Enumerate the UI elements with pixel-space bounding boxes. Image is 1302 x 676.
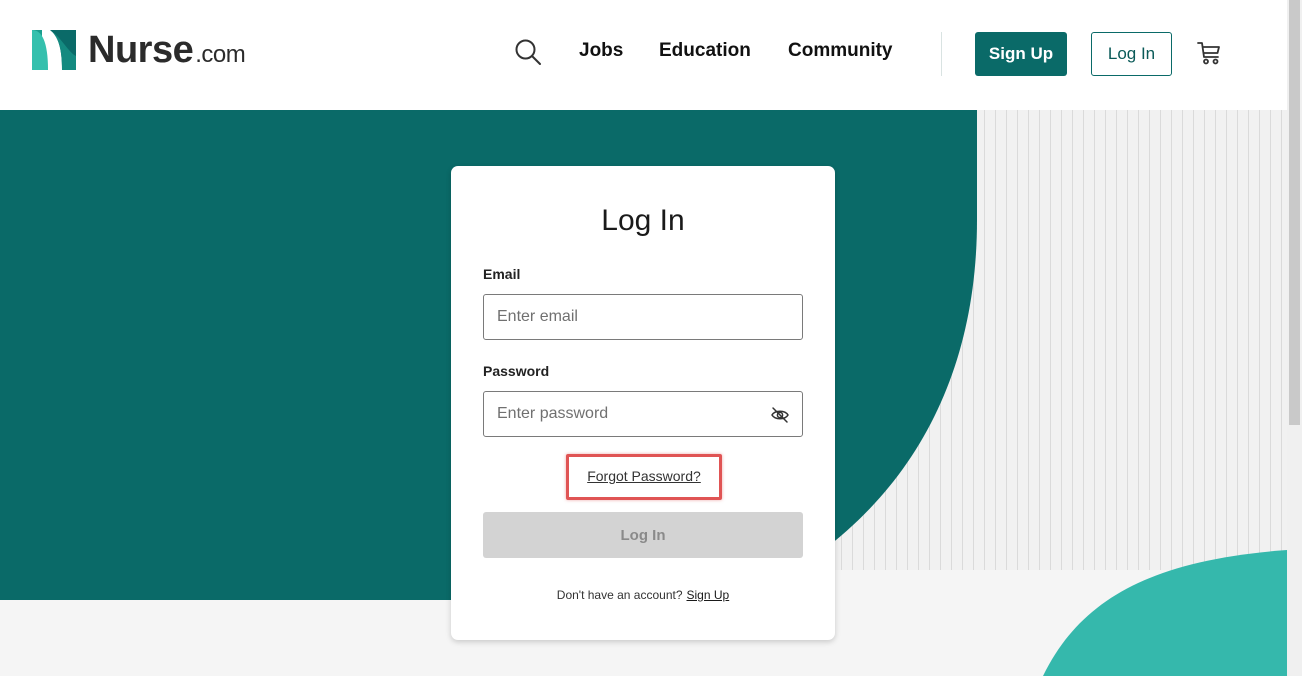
site-header: Nurse.com Jobs Education Community Sign … bbox=[0, 0, 1287, 110]
password-input[interactable] bbox=[497, 392, 767, 436]
password-label: Password bbox=[483, 363, 550, 379]
email-input[interactable] bbox=[497, 295, 767, 339]
scrollbar-thumb[interactable] bbox=[1289, 0, 1300, 425]
log-in-button[interactable]: Log In bbox=[1091, 32, 1172, 76]
login-card: Log In Email Password Forgot Password? L… bbox=[451, 166, 835, 640]
sign-up-button[interactable]: Sign Up bbox=[975, 32, 1067, 76]
brand-suffix: .com bbox=[195, 41, 246, 68]
password-field-wrapper bbox=[483, 391, 803, 437]
forgot-password-highlight: Forgot Password? bbox=[566, 454, 722, 500]
nurse-logo-icon bbox=[32, 30, 76, 70]
nav-jobs[interactable]: Jobs bbox=[579, 40, 623, 62]
sign-up-link[interactable]: Sign Up bbox=[687, 588, 730, 602]
login-title: Log In bbox=[601, 204, 685, 237]
eye-off-icon[interactable] bbox=[770, 405, 790, 425]
nav-education[interactable]: Education bbox=[659, 40, 751, 62]
no-account-text: Don't have an account? bbox=[556, 588, 683, 602]
search-icon[interactable] bbox=[514, 38, 542, 66]
nav-community[interactable]: Community bbox=[788, 40, 893, 62]
log-in-submit-button[interactable]: Log In bbox=[483, 512, 803, 558]
nav-divider bbox=[941, 32, 942, 76]
signup-prompt: Don't have an account? Sign Up bbox=[451, 588, 835, 602]
cart-icon[interactable] bbox=[1196, 40, 1222, 66]
logo[interactable]: Nurse.com bbox=[32, 29, 246, 71]
brand-name: Nurse.com bbox=[88, 29, 246, 71]
email-label: Email bbox=[483, 266, 521, 282]
email-field-wrapper bbox=[483, 294, 803, 340]
forgot-password-link[interactable]: Forgot Password? bbox=[569, 468, 719, 484]
